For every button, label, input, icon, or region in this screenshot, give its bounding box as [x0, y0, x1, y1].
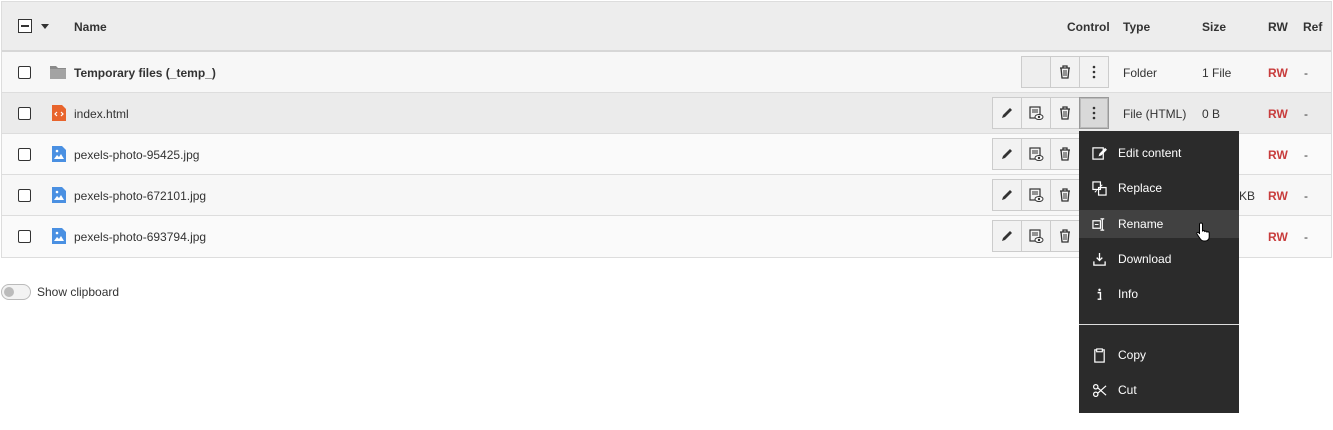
file-size: 0 B: [1202, 107, 1221, 121]
pencil-icon: [1002, 149, 1012, 159]
column-control: Control: [1067, 20, 1110, 34]
kebab-menu-icon: [1092, 106, 1096, 120]
menu-item-label: Download: [1118, 252, 1172, 266]
delete-button[interactable]: [1050, 179, 1080, 211]
table-header: Name Control Type Size RW Ref: [2, 2, 1331, 52]
trash-icon: [1060, 65, 1070, 79]
more-options-button[interactable]: [1079, 56, 1109, 88]
preview-icon: [1029, 147, 1044, 161]
ref-count: -: [1304, 189, 1308, 203]
hand-cursor-icon: [1196, 222, 1210, 242]
context-menu: Edit content Replace Rename Download Inf…: [1079, 131, 1239, 413]
file-name[interactable]: Temporary files (_temp_): [74, 66, 216, 80]
edit-button[interactable]: [992, 220, 1022, 252]
image-file-icon: [52, 187, 66, 203]
trash-icon: [1060, 188, 1070, 202]
download-icon: [1091, 251, 1107, 267]
row-checkbox[interactable]: [18, 230, 31, 243]
info-icon: [1091, 286, 1107, 302]
menu-item-rename[interactable]: Rename: [1079, 210, 1239, 238]
row-checkbox[interactable]: [18, 148, 31, 161]
file-name[interactable]: pexels-photo-693794.jpg: [74, 230, 206, 244]
edit-button[interactable]: [992, 179, 1022, 211]
column-name[interactable]: Name: [74, 20, 107, 34]
menu-item-label: Rename: [1118, 217, 1164, 231]
table-row[interactable]: index.html File (HTML) 0 B RW -: [2, 93, 1331, 134]
delete-button[interactable]: [1050, 56, 1080, 88]
file-name[interactable]: index.html: [74, 107, 129, 121]
row-checkbox[interactable]: [18, 189, 31, 202]
menu-item-label: Replace: [1118, 181, 1163, 195]
file-type: File (HTML): [1123, 107, 1187, 121]
table-row[interactable]: Temporary files (_temp_) Folder 1 File R…: [2, 52, 1331, 93]
preview-icon: [1029, 188, 1044, 202]
replace-icon: [1091, 180, 1107, 196]
view-button[interactable]: [1021, 97, 1051, 129]
rw-permission: RW: [1268, 107, 1288, 121]
view-button[interactable]: [1021, 179, 1051, 211]
preview-icon: [1029, 106, 1044, 120]
image-file-icon: [52, 228, 66, 244]
folder-icon: [50, 66, 66, 79]
more-options-button[interactable]: [1079, 97, 1109, 129]
file-type: Folder: [1123, 66, 1158, 80]
html-file-icon: [52, 105, 66, 121]
rw-permission: RW: [1268, 189, 1288, 203]
kebab-menu-icon: [1092, 65, 1096, 79]
menu-item-info[interactable]: Info: [1079, 280, 1239, 308]
file-name[interactable]: pexels-photo-672101.jpg: [74, 189, 206, 203]
cut-icon: [1091, 382, 1107, 398]
file-size: 1 File: [1202, 66, 1232, 80]
view-button[interactable]: [1021, 138, 1051, 170]
preview-icon: [1029, 229, 1044, 243]
edit-content-icon: [1091, 145, 1107, 161]
rename-icon: [1091, 216, 1107, 232]
ref-count: -: [1304, 148, 1308, 162]
file-name[interactable]: pexels-photo-95425.jpg: [74, 148, 199, 162]
rw-permission: RW: [1268, 148, 1288, 162]
view-button[interactable]: [1021, 220, 1051, 252]
column-type[interactable]: Type: [1123, 20, 1150, 34]
delete-button[interactable]: [1050, 97, 1080, 129]
ref-count: -: [1304, 66, 1308, 80]
edit-button[interactable]: [992, 138, 1022, 170]
column-size[interactable]: Size: [1202, 20, 1226, 34]
row-checkbox[interactable]: [18, 66, 31, 79]
menu-item-label: Edit content: [1118, 146, 1182, 160]
menu-item-cut[interactable]: Cut: [1079, 376, 1239, 404]
trash-icon: [1060, 106, 1070, 120]
menu-item-edit-content[interactable]: Edit content: [1079, 139, 1239, 167]
pencil-icon: [1002, 231, 1012, 241]
trash-icon: [1060, 229, 1070, 243]
delete-button[interactable]: [1050, 138, 1080, 170]
menu-item-label: Copy: [1118, 348, 1147, 362]
pencil-icon: [1002, 108, 1012, 118]
ref-count: -: [1304, 230, 1308, 244]
row-checkbox[interactable]: [18, 107, 31, 120]
rw-permission: RW: [1268, 66, 1288, 80]
column-ref[interactable]: Ref: [1303, 20, 1322, 34]
menu-item-label: Cut: [1118, 383, 1137, 397]
clipboard-toggle[interactable]: [1, 284, 31, 300]
edit-button[interactable]: [992, 97, 1022, 129]
ref-count: -: [1304, 107, 1308, 121]
copy-icon: [1091, 347, 1107, 363]
column-rw[interactable]: RW: [1268, 20, 1288, 34]
trash-icon: [1060, 147, 1070, 161]
empty-control-slot: [1021, 56, 1051, 88]
menu-item-copy[interactable]: Copy: [1079, 341, 1239, 369]
image-file-icon: [52, 146, 66, 162]
menu-item-label: Info: [1118, 287, 1139, 301]
menu-item-replace[interactable]: Replace: [1079, 174, 1239, 202]
rw-permission: RW: [1268, 230, 1288, 244]
menu-divider: [1079, 324, 1239, 325]
delete-button[interactable]: [1050, 220, 1080, 252]
menu-item-download[interactable]: Download: [1079, 245, 1239, 273]
clipboard-toggle-label[interactable]: Show clipboard: [37, 285, 119, 299]
chevron-down-icon[interactable]: [41, 24, 49, 29]
file-size: KB: [1239, 189, 1256, 203]
pencil-icon: [1002, 190, 1012, 200]
select-all-checkbox[interactable]: [18, 19, 32, 33]
